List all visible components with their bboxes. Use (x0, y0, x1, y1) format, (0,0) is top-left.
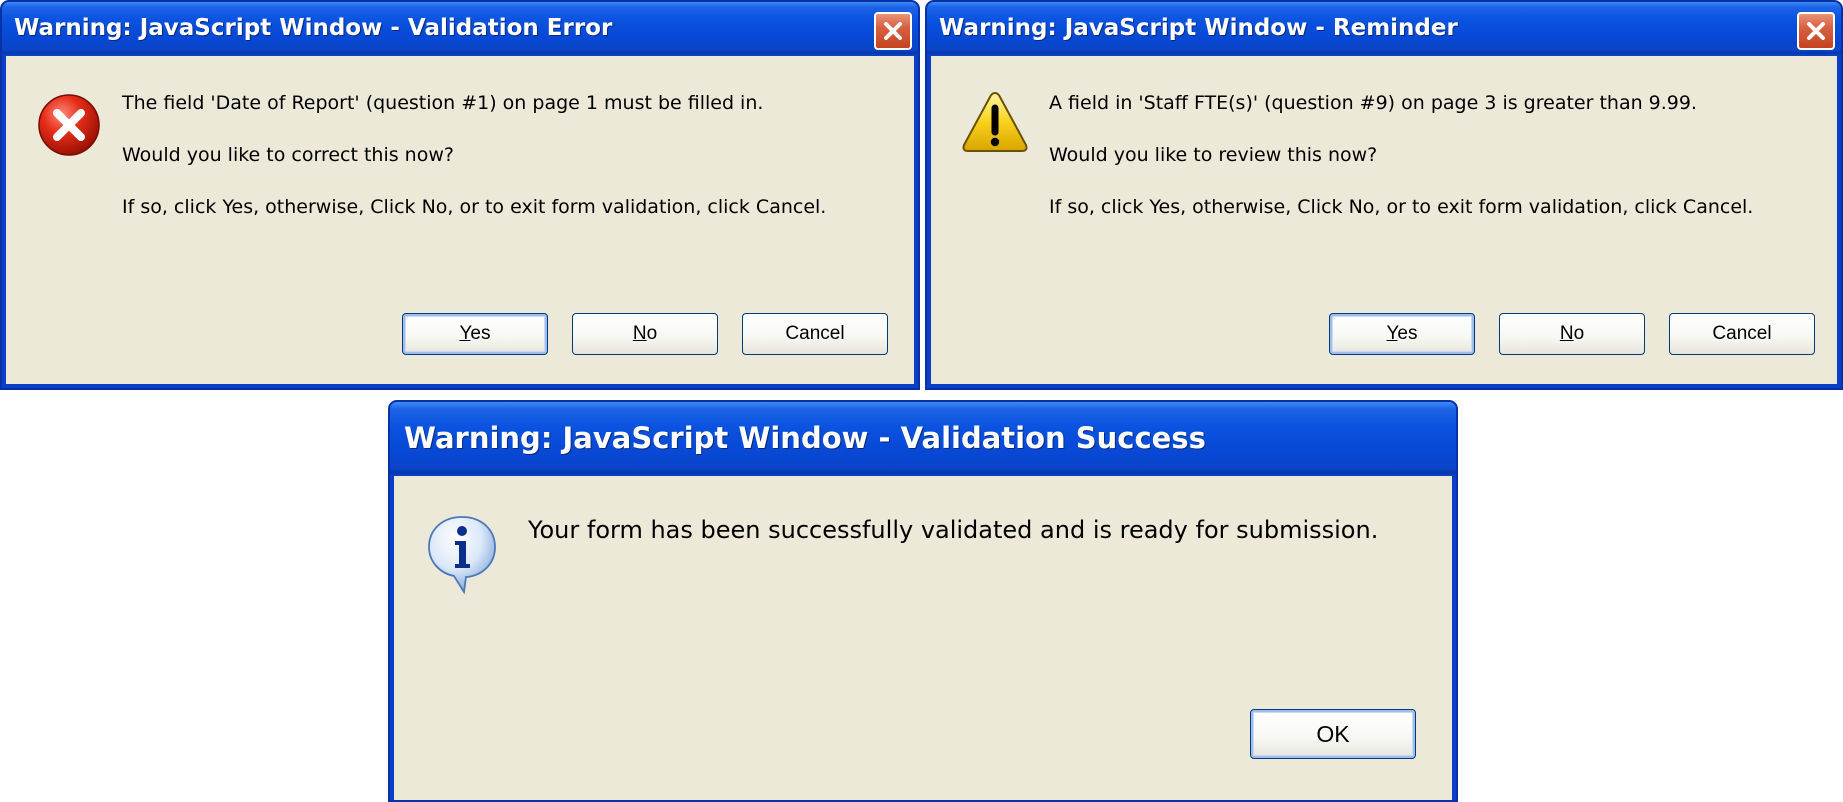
window-title: Warning: JavaScript Window - Validation … (404, 421, 1206, 455)
no-label: No (632, 323, 658, 344)
cancel-button[interactable]: Cancel (742, 313, 888, 355)
no-button[interactable]: No (572, 313, 718, 355)
warning-icon (962, 91, 1028, 152)
error-icon (38, 94, 100, 156)
ok-button[interactable]: OK (1250, 709, 1416, 759)
yes-button[interactable]: Yes (1329, 313, 1475, 355)
no-button[interactable]: No (1499, 313, 1645, 355)
reminder-dialog: Warning: JavaScript Window - Reminder A … (925, 0, 1843, 390)
dialog-body: The field 'Date of Report' (question #1)… (6, 56, 914, 384)
validation-success-dialog: Warning: JavaScript Window - Validation … (388, 400, 1458, 802)
titlebar[interactable]: Warning: JavaScript Window - Reminder (927, 2, 1841, 54)
yes-label: Yes (1386, 323, 1418, 344)
message-line-1: Your form has been successfully validate… (528, 516, 1379, 544)
close-button[interactable] (1797, 12, 1835, 50)
window-title: Warning: JavaScript Window - Reminder (939, 15, 1458, 41)
dialog-body: A field in 'Staff FTE(s)' (question #9) … (931, 56, 1837, 384)
message-line-3: If so, click Yes, otherwise, Click No, o… (1049, 196, 1754, 218)
close-icon (1807, 22, 1825, 40)
validation-error-dialog: Warning: JavaScript Window - Validation … (0, 0, 920, 390)
cancel-button[interactable]: Cancel (1669, 313, 1815, 355)
titlebar[interactable]: Warning: JavaScript Window - Validation … (2, 2, 918, 54)
message-line-1: A field in 'Staff FTE(s)' (question #9) … (1049, 92, 1698, 114)
yes-button[interactable]: Yes (402, 313, 548, 355)
message-line-2: Would you like to correct this now? (122, 144, 454, 166)
no-label: No (1559, 323, 1585, 344)
titlebar[interactable]: Warning: JavaScript Window - Validation … (390, 402, 1456, 474)
dialog-body: Your form has been successfully validate… (394, 476, 1452, 800)
window-title: Warning: JavaScript Window - Validation … (14, 15, 613, 41)
close-button[interactable] (874, 12, 912, 50)
message-line-3: If so, click Yes, otherwise, Click No, o… (122, 196, 827, 218)
message-line-2: Would you like to review this now? (1049, 144, 1378, 166)
info-icon (428, 516, 496, 594)
close-icon (884, 22, 902, 40)
message-line-1: The field 'Date of Report' (question #1)… (122, 92, 764, 114)
yes-label: Yes (459, 323, 491, 344)
